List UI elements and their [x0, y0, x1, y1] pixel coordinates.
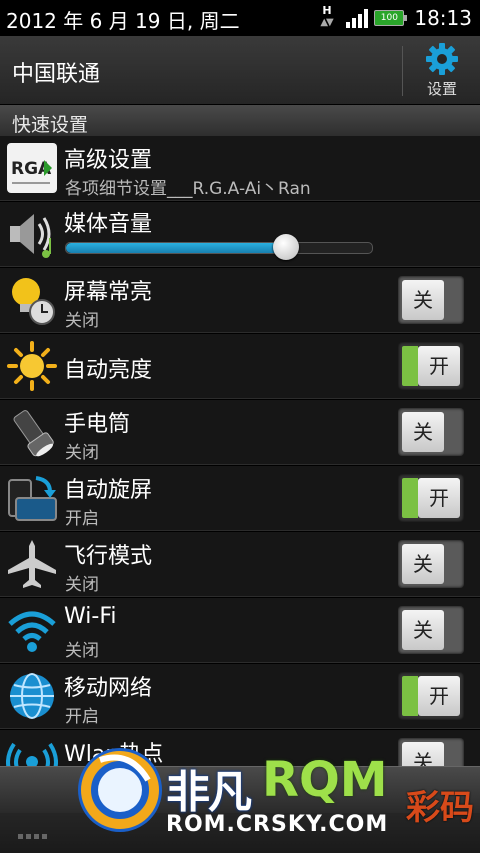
watermark: 非凡 RQM ROM.CRSKY.COM 彩码: [70, 740, 480, 850]
auto-brightness-toggle[interactable]: 开: [398, 342, 464, 390]
speaker-icon: [6, 208, 58, 260]
status-time: 18:13: [414, 6, 472, 30]
section-title: 快速设置: [12, 114, 89, 136]
watermark-brand-en: RQM: [262, 752, 388, 808]
rotate-screen-icon: [6, 472, 58, 524]
screen-always-on-toggle[interactable]: 关: [398, 276, 464, 324]
list-item-media-volume: 媒体音量: [0, 202, 480, 268]
item-subtitle: 各项细节设置___R.G.A-Ai丶Ran: [65, 179, 311, 199]
auto-rotate-toggle[interactable]: 开: [398, 474, 464, 522]
watermark-brand-cn: 非凡: [166, 767, 252, 818]
list-item-flashlight[interactable]: 手电筒 关闭 关: [0, 400, 480, 466]
item-subtitle: 开启: [65, 707, 99, 727]
list-item-mobile-network[interactable]: 移动网络 开启 开: [0, 664, 480, 730]
status-bar: 2012 年 6 月 19 日, 周二 H ▲▼ 100 18:13: [0, 0, 480, 36]
item-subtitle: 关闭: [65, 311, 99, 331]
quick-settings-list: RGA 高级设置 各项细节设置___R.G.A-Ai丶Ran 媒体音量 屏幕常亮…: [0, 136, 480, 766]
quick-settings-section: 快速设置: [0, 105, 480, 136]
item-subtitle: 开启: [65, 509, 99, 529]
watermark-tag: 彩码: [406, 788, 474, 828]
sun-icon: [6, 340, 58, 392]
item-title: 移动网络: [64, 676, 153, 701]
toggle-knob: 关: [402, 544, 444, 584]
notification-header: 中国联通 设置: [0, 36, 480, 105]
status-date: 2012 年 6 月 19 日, 周二: [6, 9, 240, 33]
settings-button[interactable]: 设置: [410, 42, 474, 100]
settings-label: 设置: [426, 80, 457, 98]
hotspot-icon: [6, 736, 58, 766]
item-subtitle: 关闭: [65, 641, 99, 661]
flashlight-icon: [6, 406, 58, 458]
toggle-knob: 开: [418, 478, 460, 518]
item-subtitle: 关闭: [65, 443, 99, 463]
wifi-icon: [6, 604, 58, 656]
toggle-knob: 关: [402, 610, 444, 650]
airplane-icon: [6, 538, 58, 590]
watermark-url: ROM.CRSKY.COM: [166, 812, 389, 837]
list-item-wifi[interactable]: Wi-Fi 关闭 关: [0, 598, 480, 664]
status-icons: H ▲▼ 100 18:13: [318, 4, 472, 31]
toggle-knob: 开: [418, 346, 460, 386]
network-type-icon: H ▲▼: [320, 4, 333, 28]
gear-icon: [426, 43, 458, 75]
slider-fill: [66, 243, 287, 253]
item-title: 自动旋屏: [64, 478, 153, 503]
carrier-name: 中国联通: [12, 62, 101, 87]
item-title: 屏幕常亮: [64, 280, 153, 305]
item-title: 手电筒: [64, 412, 131, 437]
item-title: 飞行模式: [64, 544, 153, 569]
item-subtitle: 关闭: [65, 575, 99, 595]
toggle-knob: 关: [402, 412, 444, 452]
list-item-auto-rotate[interactable]: 自动旋屏 开启 开: [0, 466, 480, 532]
mobile-network-toggle[interactable]: 开: [398, 672, 464, 720]
flashlight-toggle[interactable]: 关: [398, 408, 464, 456]
media-volume-slider[interactable]: [65, 234, 373, 260]
item-title: Wi-Fi: [64, 604, 117, 629]
rga-logo-icon: RGA: [6, 142, 58, 194]
toggle-knob: 关: [402, 280, 444, 320]
item-title: 自动亮度: [64, 358, 153, 383]
item-title: 媒体音量: [64, 212, 153, 237]
crsky-logo-icon: [78, 748, 162, 832]
list-item-advanced-settings[interactable]: RGA 高级设置 各项细节设置___R.G.A-Ai丶Ran: [0, 136, 480, 202]
battery-icon: 100: [374, 10, 408, 26]
grip-icon: [18, 824, 58, 840]
bulb-clock-icon: [6, 274, 58, 326]
item-title: 高级设置: [64, 148, 153, 173]
list-item-screen-always-on[interactable]: 屏幕常亮 关闭 关: [0, 268, 480, 334]
globe-icon: [6, 670, 58, 722]
list-item-auto-brightness[interactable]: 自动亮度 开: [0, 334, 480, 400]
header-divider: [402, 46, 403, 96]
airplane-mode-toggle[interactable]: 关: [398, 540, 464, 588]
toggle-knob: 开: [418, 676, 460, 716]
signal-strength-icon: [346, 8, 369, 28]
wifi-toggle[interactable]: 关: [398, 606, 464, 654]
list-item-airplane-mode[interactable]: 飞行模式 关闭 关: [0, 532, 480, 598]
